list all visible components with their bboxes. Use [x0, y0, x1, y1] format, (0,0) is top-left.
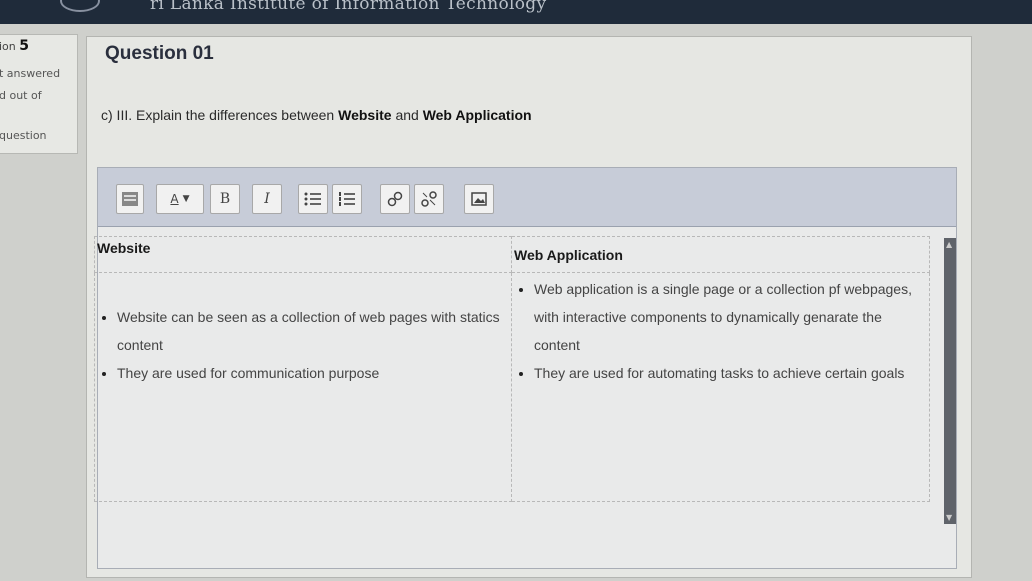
image-icon	[471, 192, 487, 206]
site-title: ri Lanka Institute of Information Techno…	[150, 0, 547, 14]
list-item: Website can be seen as a collection of w…	[117, 303, 511, 359]
list-item: They are used for communication purpose	[117, 359, 511, 387]
web-application-list: Web application is a single page or a co…	[512, 275, 929, 387]
flag-question-link[interactable]: question	[0, 129, 47, 142]
image-button[interactable]	[464, 184, 494, 214]
list-item: Web application is a single page or a co…	[534, 275, 929, 359]
website-cell: Website can be seen as a collection of w…	[94, 272, 512, 502]
bullet-list-button[interactable]	[298, 184, 328, 214]
toolbar-toggle-button[interactable]	[116, 184, 144, 214]
numbered-list-button[interactable]	[332, 184, 362, 214]
font-color-icon: A	[170, 192, 179, 206]
table-row: Website can be seen as a collection of w…	[94, 272, 930, 502]
question-number: ion 5	[0, 38, 30, 54]
italic-button[interactable]: I	[252, 184, 282, 214]
answer-editor: A ▼ B I Website Web Application • Websit…	[94, 167, 957, 569]
bold-button[interactable]: B	[210, 184, 240, 214]
question-title: Question 01	[105, 43, 214, 64]
toolbar-toggle-icon	[122, 192, 138, 206]
chevron-down-icon: ▼	[182, 194, 190, 204]
list-item: They are used for automating tasks to ac…	[534, 359, 929, 387]
editor-content-area[interactable]: Website Web Application Website can be s…	[94, 236, 940, 568]
link-button[interactable]	[380, 184, 410, 214]
numbered-list-icon	[339, 192, 355, 206]
question-content: Question 01 c) III. Explain the differen…	[86, 36, 972, 578]
website-header: Website	[94, 236, 512, 273]
scroll-up-icon[interactable]: ▲	[946, 240, 952, 249]
unlink-icon	[421, 191, 437, 207]
link-icon	[387, 191, 403, 207]
website-list: Website can be seen as a collection of w…	[95, 303, 511, 387]
comparison-table: Website Web Application Website can be s…	[94, 236, 930, 502]
question-marks: d out of	[0, 89, 42, 102]
question-info-panel: ion 5 t answered d out of question	[0, 34, 78, 154]
top-banner: ri Lanka Institute of Information Techno…	[0, 0, 1032, 24]
font-color-button[interactable]: A ▼	[156, 184, 204, 214]
institute-logo	[60, 0, 100, 12]
unlink-button[interactable]	[414, 184, 444, 214]
scroll-down-icon[interactable]: ▼	[946, 513, 952, 522]
web-application-cell: Web application is a single page or a co…	[511, 272, 930, 502]
table-header-row: Website Web Application	[94, 236, 930, 273]
bullet-list-icon	[304, 192, 321, 206]
question-status: t answered	[0, 67, 61, 80]
web-application-header: Web Application	[511, 236, 930, 273]
editor-scrollbar[interactable]: ▲ ▼	[944, 238, 956, 524]
editor-toolbar: A ▼ B I	[98, 168, 956, 227]
question-text: c) III. Explain the differences between …	[101, 107, 532, 123]
